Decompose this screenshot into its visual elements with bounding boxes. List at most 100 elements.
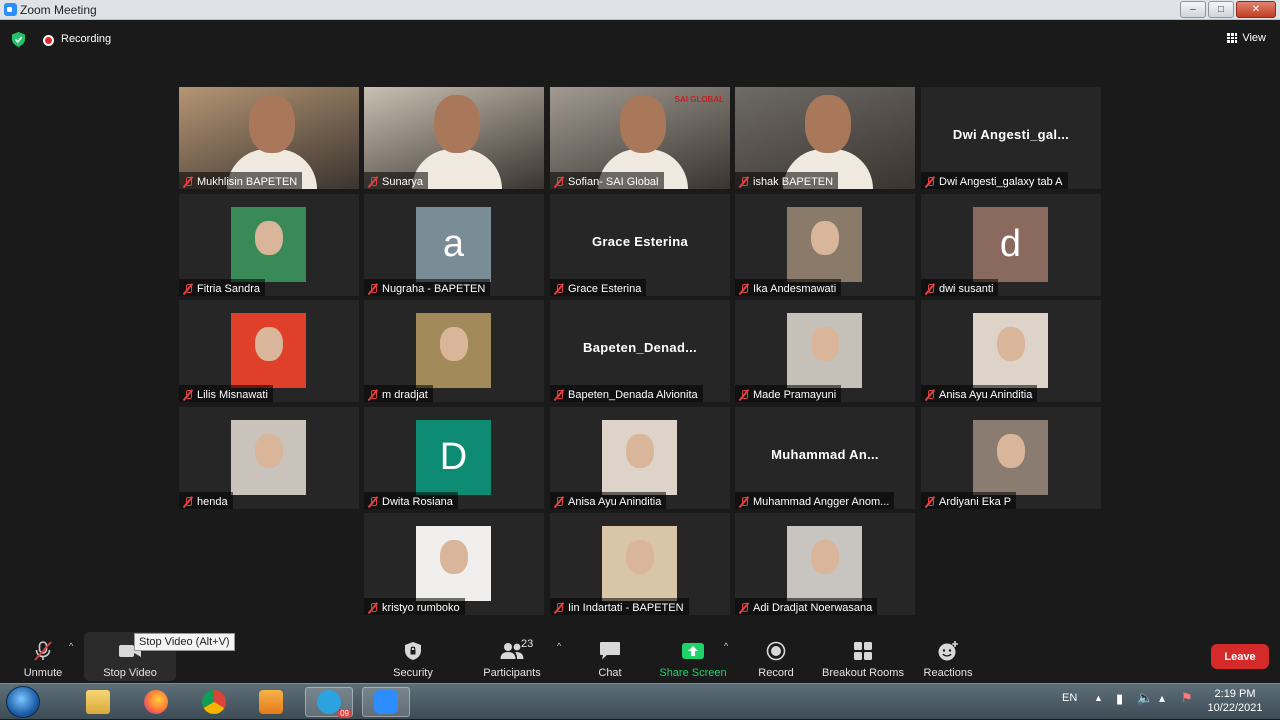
taskbar-zoom[interactable]	[362, 687, 410, 717]
volume-icon[interactable]: 🔈	[1137, 690, 1153, 706]
leave-button[interactable]: Leave	[1211, 644, 1269, 669]
participants-options-caret[interactable]: ^	[557, 641, 561, 651]
tray-device-icon[interactable]: ▮	[1116, 691, 1123, 707]
participant-name: Grace Esterina	[568, 282, 642, 295]
encryption-shield-icon[interactable]	[12, 32, 25, 47]
security-button[interactable]: Security	[388, 633, 438, 679]
reactions-button[interactable]: Reactions	[920, 633, 976, 679]
participant-name: dwi susanti	[939, 282, 994, 295]
folder-icon	[86, 690, 110, 714]
taskbar-media-player[interactable]	[247, 687, 295, 717]
participant-tile[interactable]: Ardiyani Eka P	[921, 407, 1101, 509]
participant-name-label: Ardiyani Eka P	[921, 492, 1017, 509]
profile-photo	[973, 420, 1048, 495]
participant-tile[interactable]: Anisa Ayu Aninditia	[921, 300, 1101, 402]
taskbar-file-explorer[interactable]	[74, 687, 122, 717]
grid-view-icon	[1227, 33, 1238, 43]
window-controls: – □ ✕	[1180, 1, 1276, 18]
security-shield-icon	[401, 640, 425, 662]
participant-tile[interactable]: ishak BAPETEN	[735, 87, 915, 189]
breakout-rooms-button[interactable]: Breakout Rooms	[819, 633, 907, 679]
participant-tile[interactable]: kristyo rumboko	[364, 513, 544, 615]
view-button[interactable]: View	[1227, 32, 1266, 44]
participant-tile[interactable]: a Nugraha - BAPETEN	[364, 194, 544, 296]
participant-name: Nugraha - BAPETEN	[382, 282, 486, 295]
profile-photo	[416, 313, 491, 388]
record-button[interactable]: Record	[756, 633, 796, 679]
participant-name-label: Iin Indartati - BAPETEN	[550, 598, 689, 615]
participant-tile[interactable]: Iin Indartati - BAPETEN	[550, 513, 730, 615]
participant-tile[interactable]: Ika Andesmawati	[735, 194, 915, 296]
windows-start-icon[interactable]	[6, 686, 40, 718]
participant-name-label: Adi Dradjat Noerwasana	[735, 598, 878, 615]
profile-face	[255, 327, 283, 361]
muted-mic-icon	[367, 283, 379, 295]
taskbar-firefox[interactable]	[132, 687, 180, 717]
participant-tile[interactable]: Grace Esterina Grace Esterina	[550, 194, 730, 296]
participant-name-label: Sofian- SAI Global	[550, 172, 664, 189]
profile-face	[811, 540, 839, 574]
taskbar-telegram[interactable]: 09	[305, 687, 353, 718]
participants-label: Participants	[483, 667, 541, 679]
telegram-icon: 09	[317, 690, 351, 718]
maximize-button[interactable]: □	[1208, 1, 1234, 18]
close-button[interactable]: ✕	[1236, 1, 1276, 18]
meeting-topbar: Recording View	[0, 20, 1280, 60]
unmute-button[interactable]: Unmute	[18, 633, 68, 679]
participant-name: Muhammad Angger Anom...	[753, 495, 890, 508]
language-indicator[interactable]: EN	[1062, 692, 1077, 704]
profile-photo	[416, 526, 491, 601]
profile-photo	[602, 526, 677, 601]
participant-tile[interactable]: Mukhlisin BAPETEN	[179, 87, 359, 189]
participant-tile[interactable]: henda	[179, 407, 359, 509]
profile-photo	[231, 313, 306, 388]
participant-tile[interactable]: Fitria Sandra	[179, 194, 359, 296]
muted-mic-icon	[924, 496, 936, 508]
muted-mic-icon	[182, 389, 194, 401]
chat-button[interactable]: Chat	[590, 633, 630, 679]
participant-name: Ika Andesmawati	[753, 282, 837, 295]
clock[interactable]: 2:19 PM 10/22/2021	[1200, 687, 1270, 715]
window-titlebar: Zoom Meeting – □ ✕	[0, 0, 1280, 20]
audio-options-caret[interactable]: ^	[69, 641, 73, 651]
participant-name: Sofian- SAI Global	[568, 175, 659, 188]
participant-display-name: Muhammad An...	[771, 447, 879, 462]
share-options-caret[interactable]: ^	[724, 641, 728, 651]
participant-tile[interactable]: SAI GLOBAL Sofian- SAI Global	[550, 87, 730, 189]
participants-icon: 23	[500, 638, 533, 662]
participant-tile[interactable]: D Dwita Rosiana	[364, 407, 544, 509]
participant-tile[interactable]: Made Pramayuni	[735, 300, 915, 402]
window-title: Zoom Meeting	[20, 3, 97, 17]
tray-expand-icon[interactable]: ▲	[1094, 693, 1103, 703]
profile-face	[626, 434, 654, 468]
profile-photo	[231, 420, 306, 495]
participant-name-label: Dwi Angesti_galaxy tab A	[921, 172, 1068, 189]
participant-tile[interactable]: Adi Dradjat Noerwasana	[735, 513, 915, 615]
participant-tile[interactable]: d dwi susanti	[921, 194, 1101, 296]
participant-count: 23	[521, 638, 534, 650]
clock-date: 10/22/2021	[1207, 702, 1263, 714]
view-label: View	[1242, 32, 1266, 44]
participant-tile[interactable]: Bapeten_Denad... Bapeten_Denada Alvionita	[550, 300, 730, 402]
participant-tile[interactable]: Anisa Ayu Aninditia	[550, 407, 730, 509]
profile-face	[255, 221, 283, 255]
record-icon	[764, 640, 788, 662]
share-screen-button[interactable]: Share Screen	[658, 633, 728, 679]
muted-mic-icon	[367, 496, 379, 508]
minimize-button[interactable]: –	[1180, 1, 1206, 18]
telegram-badge: 09	[338, 709, 351, 718]
participant-face	[249, 95, 295, 153]
participant-name: Anisa Ayu Aninditia	[939, 388, 1033, 401]
participant-tile[interactable]: Sunarya	[364, 87, 544, 189]
taskbar-chrome[interactable]	[190, 687, 238, 717]
action-center-icon[interactable]: ⚑	[1181, 690, 1193, 706]
network-signal-icon[interactable]: ▴	[1159, 691, 1165, 705]
participant-name-label: Muhammad Angger Anom...	[735, 492, 895, 509]
participant-tile[interactable]: Lilis Misnawati	[179, 300, 359, 402]
participant-tile[interactable]: Muhammad An... Muhammad Angger Anom...	[735, 407, 915, 509]
participant-tile[interactable]: Dwi Angesti_gal... Dwi Angesti_galaxy tab…	[921, 87, 1101, 189]
breakout-rooms-icon	[851, 640, 875, 662]
participants-button[interactable]: 23 Participants	[480, 633, 544, 679]
participant-tile[interactable]: m dradjat	[364, 300, 544, 402]
profile-face	[440, 540, 468, 574]
